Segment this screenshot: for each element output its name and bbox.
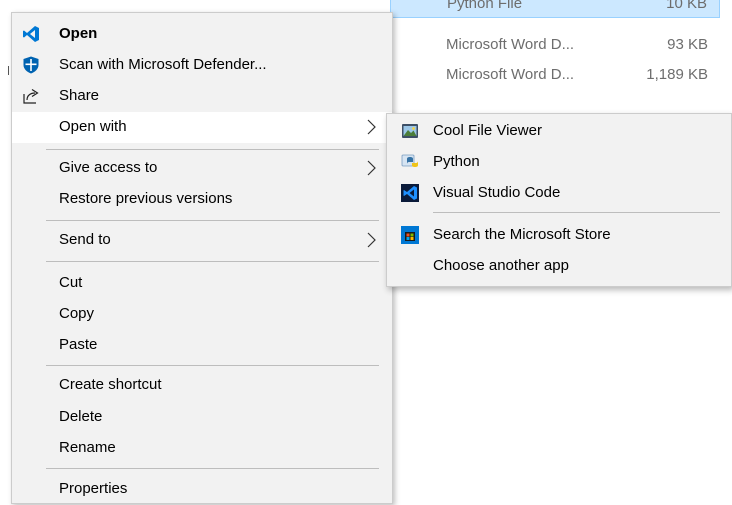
file-size: 1,189 KB: [646, 66, 708, 83]
chevron-right-icon: [364, 117, 378, 137]
submenu-item-label: Choose another app: [433, 257, 569, 274]
vscode-icon: [401, 184, 419, 202]
file-size: 10 KB: [666, 0, 707, 12]
python-icon: [401, 153, 419, 171]
menu-separator: [46, 365, 379, 366]
file-row[interactable]: Microsoft Word D... 1,189 KB: [390, 60, 720, 90]
submenu-item-choose-another-app[interactable]: Choose another app: [387, 251, 731, 282]
chevron-right-icon: [364, 230, 378, 250]
file-list: Python File 10 KB Microsoft Word D... 93…: [390, 0, 720, 90]
submenu-item-label: Python: [433, 153, 480, 170]
divider-mark: [8, 66, 9, 75]
menu-item-label: Properties: [59, 480, 128, 497]
menu-separator: [46, 468, 379, 469]
menu-item-label: Create shortcut: [59, 376, 162, 393]
defender-shield-icon: [22, 56, 40, 74]
menu-item-properties[interactable]: Properties: [12, 474, 392, 505]
submenu-item-visual-studio-code[interactable]: Visual Studio Code: [387, 178, 731, 209]
chevron-right-icon: [364, 158, 378, 178]
menu-separator: [46, 149, 379, 150]
menu-item-label: Paste: [59, 336, 98, 353]
menu-item-label: Open: [59, 25, 98, 42]
menu-item-label: Restore previous versions: [59, 190, 233, 207]
submenu-item-label: Search the Microsoft Store: [433, 226, 611, 243]
share-icon: [22, 87, 40, 105]
menu-item-open[interactable]: Open: [12, 19, 392, 50]
vscode-icon: [22, 25, 40, 43]
submenu-item-python[interactable]: Python: [387, 147, 731, 178]
menu-item-label: Cut: [59, 274, 83, 291]
file-size: 93 KB: [667, 36, 708, 53]
context-menu: Open Scan with Microsoft Defender... Sha…: [11, 12, 393, 504]
menu-item-rename[interactable]: Rename: [12, 433, 392, 464]
cool-file-viewer-icon: [401, 122, 419, 140]
file-type: Python File: [447, 0, 523, 12]
menu-item-restore-versions[interactable]: Restore previous versions: [12, 184, 392, 215]
menu-item-label: Give access to: [59, 159, 158, 176]
submenu-item-label: Cool File Viewer: [433, 122, 542, 139]
submenu-item-search-store[interactable]: Search the Microsoft Store: [387, 220, 731, 251]
menu-item-send-to[interactable]: Send to: [12, 225, 392, 256]
menu-item-give-access[interactable]: Give access to: [12, 153, 392, 184]
menu-item-open-with[interactable]: Open with: [12, 112, 392, 143]
menu-item-cut[interactable]: Cut: [12, 268, 392, 299]
menu-item-label: Rename: [59, 439, 116, 456]
menu-item-label: Copy: [59, 305, 95, 322]
submenu-separator: [433, 212, 720, 213]
menu-item-label: Open with: [59, 118, 127, 135]
menu-item-label: Send to: [59, 231, 111, 248]
menu-item-create-shortcut[interactable]: Create shortcut: [12, 370, 392, 401]
file-type: Microsoft Word D...: [446, 66, 575, 83]
file-row-selected[interactable]: Python File 10 KB: [390, 0, 720, 18]
menu-item-paste[interactable]: Paste: [12, 330, 392, 361]
file-type: Microsoft Word D...: [446, 36, 575, 53]
menu-item-label: Delete: [59, 408, 103, 425]
menu-separator: [46, 220, 379, 221]
file-row[interactable]: Microsoft Word D... 93 KB: [390, 30, 720, 60]
open-with-submenu: Cool File Viewer Python Visual Studio Co…: [386, 113, 732, 287]
menu-item-scan-defender[interactable]: Scan with Microsoft Defender...: [12, 50, 392, 81]
submenu-item-label: Visual Studio Code: [433, 184, 561, 201]
microsoft-store-icon: [401, 226, 419, 244]
menu-separator: [46, 261, 379, 262]
menu-item-copy[interactable]: Copy: [12, 299, 392, 330]
menu-item-label: Scan with Microsoft Defender...: [59, 56, 267, 73]
menu-item-delete[interactable]: Delete: [12, 402, 392, 433]
submenu-item-cool-file-viewer[interactable]: Cool File Viewer: [387, 116, 731, 147]
menu-item-label: Share: [59, 87, 100, 104]
menu-item-share[interactable]: Share: [12, 81, 392, 112]
